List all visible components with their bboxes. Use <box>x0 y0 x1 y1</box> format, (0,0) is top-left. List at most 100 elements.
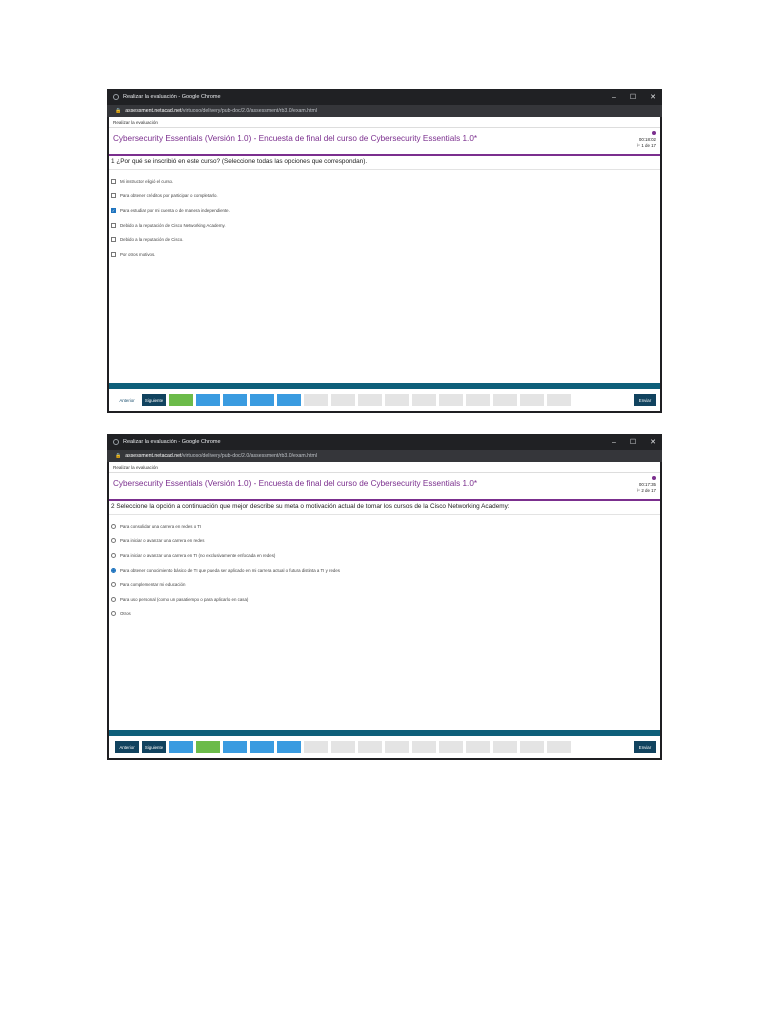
radio-icon[interactable] <box>111 611 116 617</box>
breadcrumb: Realizar la evaluación <box>113 120 158 125</box>
option-label: Debido a la reputación de Cisco. <box>120 237 184 243</box>
question-square[interactable] <box>385 741 409 753</box>
question-square[interactable] <box>520 394 544 406</box>
answer-option[interactable]: Mi instructor eligió el curso. <box>111 174 658 189</box>
question-square[interactable] <box>304 394 328 406</box>
option-label: Para complementar mi educación <box>120 582 186 588</box>
question-progress: 1 de 17 <box>641 143 656 148</box>
timer-box: 00:17:35 ⚐ 2 de 17 <box>636 476 656 494</box>
question-square[interactable] <box>358 741 382 753</box>
question-square[interactable] <box>196 394 220 406</box>
timer: 00:17:35 <box>638 482 656 487</box>
question-square[interactable] <box>223 741 247 753</box>
question-square[interactable] <box>412 394 436 406</box>
timer: 00:18:02 <box>638 137 656 142</box>
window-title: Realizar la evaluación - Google Chrome <box>123 94 221 100</box>
answer-option[interactable]: Para obtener conocimiento básico de TI q… <box>111 563 658 578</box>
question-square[interactable] <box>412 741 436 753</box>
option-label: Para obtener créditos por participar o c… <box>120 193 218 199</box>
question-square[interactable] <box>331 394 355 406</box>
lock-icon: 🔒 <box>115 108 122 114</box>
option-label: Para obtener conocimiento básico de TI q… <box>120 567 340 573</box>
option-label: Para estudiar por mi cuenta o de manera … <box>120 207 230 213</box>
exam-title: Cybersecurity Essentials (Versión 1.0) -… <box>113 134 478 143</box>
question-square[interactable] <box>439 394 463 406</box>
answer-option[interactable]: Para obtener créditos por participar o c… <box>111 189 658 204</box>
timer-box: 00:18:02 ⚐ 1 de 17 <box>636 131 656 149</box>
question-square[interactable] <box>358 394 382 406</box>
question-square[interactable] <box>250 394 274 406</box>
radio-icon[interactable] <box>111 596 116 602</box>
question-square[interactable] <box>520 741 544 753</box>
answer-option[interactable]: ✓ Para estudiar por mi cuenta o de manera… <box>111 203 658 218</box>
answer-option[interactable]: Para consolidar una carrera en redes o T… <box>111 519 658 534</box>
checkbox-icon[interactable] <box>111 178 116 184</box>
exam-window-2: Realizar la evaluación - Google Chrome –… <box>107 434 662 760</box>
previous-button[interactable]: Anterior <box>115 741 139 753</box>
answer-option[interactable]: Para iniciar o avanzar una carrera en TI… <box>111 548 658 563</box>
question-square[interactable] <box>439 741 463 753</box>
window-controls: – ☐ ✕ <box>612 89 656 105</box>
url-host: assessment.netacad.net <box>125 108 182 114</box>
question-square[interactable] <box>169 741 193 753</box>
question-square[interactable] <box>493 741 517 753</box>
close-icon[interactable]: ✕ <box>650 93 656 101</box>
maximize-icon[interactable]: ☐ <box>630 93 636 101</box>
question-navbar: Anterior Siguiente Enviar <box>109 736 660 758</box>
question-square[interactable] <box>547 394 571 406</box>
next-button[interactable]: Siguiente <box>142 741 166 753</box>
question-square[interactable] <box>331 741 355 753</box>
answer-option[interactable]: Otros <box>111 607 658 622</box>
page-content: Realizar la evaluación Cybersecurity Ess… <box>109 462 660 758</box>
question-square[interactable] <box>196 741 220 753</box>
radio-icon[interactable] <box>111 523 116 529</box>
question-progress: 2 de 17 <box>641 488 656 493</box>
answer-option[interactable]: Por otros motivos. <box>111 247 658 262</box>
flag-icon[interactable]: ⚐ <box>636 143 640 148</box>
answer-option[interactable]: Debido a la reputación de Cisco. <box>111 232 658 247</box>
radio-icon[interactable] <box>111 582 116 588</box>
radio-selected-icon[interactable] <box>111 567 116 573</box>
checkbox-checked-icon[interactable]: ✓ <box>111 207 116 213</box>
question-square[interactable] <box>466 741 490 753</box>
question-square[interactable] <box>277 394 301 406</box>
previous-button[interactable]: Anterior <box>115 394 139 406</box>
question-square[interactable] <box>223 394 247 406</box>
exam-window-1: Realizar la evaluación - Google Chrome –… <box>107 89 662 413</box>
maximize-icon[interactable]: ☐ <box>630 438 636 446</box>
option-label: Otros <box>120 611 131 617</box>
exam-header: Cybersecurity Essentials (Versión 1.0) -… <box>109 472 660 501</box>
window-titlebar: Realizar la evaluación - Google Chrome –… <box>107 434 662 450</box>
radio-icon[interactable] <box>111 538 116 544</box>
checkbox-icon[interactable] <box>111 237 116 243</box>
checkbox-icon[interactable] <box>111 193 116 199</box>
question-square[interactable] <box>169 394 193 406</box>
answer-option[interactable]: Debido a la reputación de Cisco Networki… <box>111 218 658 233</box>
question-square[interactable] <box>493 394 517 406</box>
exam-header: Cybersecurity Essentials (Versión 1.0) -… <box>109 127 660 156</box>
radio-icon[interactable] <box>111 552 116 558</box>
flag-icon[interactable]: ⚐ <box>636 488 640 493</box>
answer-option[interactable]: Para complementar mi educación <box>111 577 658 592</box>
address-bar[interactable]: 🔒 assessment.netacad.net /virtuoso/deliv… <box>107 450 662 462</box>
address-bar[interactable]: 🔒 assessment.netacad.net /virtuoso/deliv… <box>107 105 662 117</box>
question-square[interactable] <box>466 394 490 406</box>
url-host: assessment.netacad.net <box>125 453 182 459</box>
lock-icon: 🔒 <box>115 453 122 459</box>
send-button[interactable]: Enviar <box>634 394 656 406</box>
question-square[interactable] <box>250 741 274 753</box>
question-square[interactable] <box>547 741 571 753</box>
answer-option[interactable]: Para iniciar o avanzar una carrera en re… <box>111 534 658 549</box>
close-icon[interactable]: ✕ <box>650 438 656 446</box>
checkbox-icon[interactable] <box>111 222 116 228</box>
question-square[interactable] <box>304 741 328 753</box>
send-button[interactable]: Enviar <box>634 741 656 753</box>
minimize-icon[interactable]: – <box>612 439 616 446</box>
next-button[interactable]: Siguiente <box>142 394 166 406</box>
question-square[interactable] <box>277 741 301 753</box>
minimize-icon[interactable]: – <box>612 94 616 101</box>
answer-option[interactable]: Para uso personal (como un pasatiempo o … <box>111 592 658 607</box>
question-square[interactable] <box>385 394 409 406</box>
checkbox-icon[interactable] <box>111 251 116 257</box>
answer-options: Mi instructor eligió el curso. Para obte… <box>109 170 660 266</box>
